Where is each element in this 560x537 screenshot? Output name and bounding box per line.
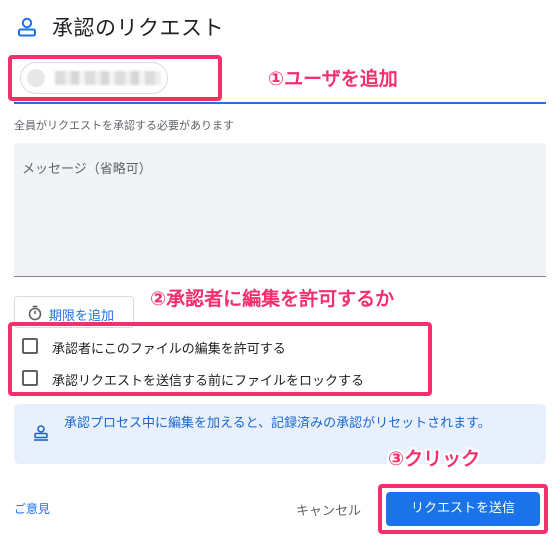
annotation-step3: ③クリック: [388, 448, 481, 470]
feedback-link[interactable]: ご意見: [14, 500, 50, 517]
cancel-button[interactable]: キャンセル: [296, 500, 361, 519]
message-placeholder: メッセージ（省略可）: [22, 162, 152, 177]
approvers-helper-text: 全員がリクエストを承認する必要があります: [14, 119, 234, 132]
annotation-step1: ①ユーザを追加: [268, 68, 398, 90]
dialog-title: 承認のリクエスト: [52, 16, 224, 40]
annotation-step2: ②承認者に編集を許可するか: [150, 288, 395, 310]
approval-person-icon: [18, 17, 36, 37]
approval-stamp-icon: [34, 425, 48, 441]
info-text: 承認プロセス中に編集を加えると、記録済みの承認がリセットされます。: [64, 416, 491, 431]
highlight-options: [8, 322, 432, 396]
highlight-send-button: [378, 484, 548, 534]
timer-icon: [28, 305, 42, 321]
highlight-user-field: [8, 55, 222, 101]
user-input-underline[interactable]: [14, 102, 546, 104]
